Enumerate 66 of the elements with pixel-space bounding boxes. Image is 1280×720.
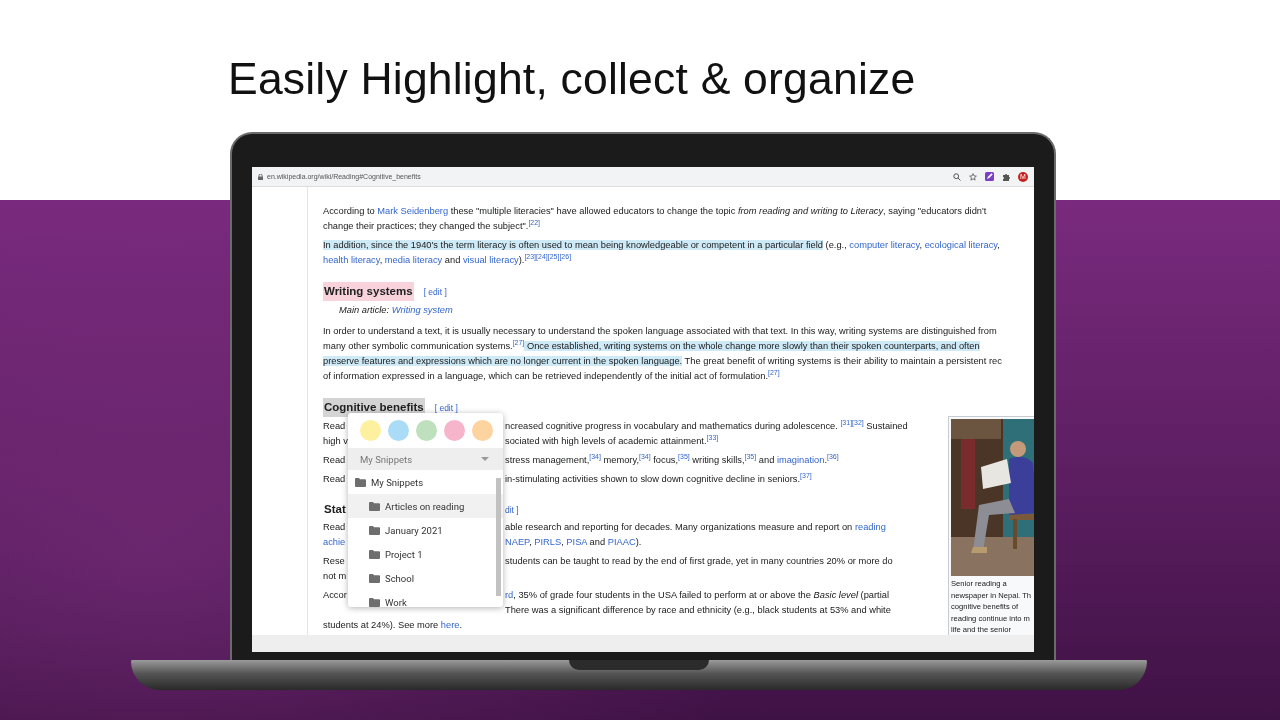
link[interactable]: achie bbox=[323, 537, 346, 547]
zoom-icon[interactable] bbox=[953, 172, 961, 181]
folder-icon bbox=[369, 525, 380, 535]
text-fragment: ncreased cognitive progress in vocabulary and mathematics during adolescence. $^{[31][32]}$ Sustained bbox=[505, 421, 908, 431]
link[interactable]: NAEP bbox=[505, 537, 530, 547]
text-fragment: Rese bbox=[323, 556, 345, 566]
folder-item[interactable]: Project 1 bbox=[348, 542, 503, 566]
pen-icon[interactable] bbox=[985, 172, 994, 181]
link[interactable]: health literacy bbox=[323, 255, 380, 265]
folder-item[interactable]: January 2021 bbox=[348, 518, 503, 542]
folder-item[interactable]: My Snippets bbox=[348, 470, 503, 494]
edit-link[interactable]: [ edit ] bbox=[434, 401, 458, 416]
color-swatch[interactable] bbox=[360, 420, 381, 441]
text-fragment: in-stimulating activities shown to slow down cognitive decline in seniors.$^{[37]}$ bbox=[505, 474, 812, 484]
paragraph: In order to understand a text, it is usually necessary to understand the spoken language associated with that text. In this way, writing systems are distinguished from many other symbolic communication systems.$^{[27]}$ Once established, writing systems on the whole change more slowly than their spoken counterparts, and often preserve features and expressions which are no longer current in the spoken language. The great benefit of writing systems is their ability to maintain a persistent rec of information expressed in a language, which can be retrieved independently of the initial act of formulation.$^{[27]}$ bbox=[323, 325, 1003, 383]
text-fragment: sociated with high levels of academic attainment.$^{[33]}$ bbox=[505, 436, 719, 446]
star-icon[interactable] bbox=[969, 172, 977, 181]
color-swatch[interactable] bbox=[444, 420, 465, 441]
text-fragment: able research and reporting for decades. Many organizations measure and report on reading bbox=[505, 522, 886, 532]
text-line: students at 24%). See more here. bbox=[323, 620, 463, 630]
headline: Easily Highlight, collect & organize bbox=[227, 53, 917, 105]
text-fragment: rd, 35% of grade four students in the USA failed to perform at or above the Basic level (partial bbox=[505, 590, 889, 600]
text-fragment: students can be taught to read by the end of first grade, yet in many countries 20% or more do bbox=[505, 556, 893, 566]
folder-item[interactable]: Work bbox=[348, 590, 503, 607]
section-heading: Stat bbox=[323, 502, 347, 516]
lock-icon bbox=[258, 173, 263, 180]
edit-link[interactable]: dit ] bbox=[505, 503, 519, 518]
link[interactable]: visual literacy bbox=[462, 255, 519, 265]
paragraph: In addition, since the 1940's the term literacy is often used to mean being knowledgeable or competent in a particular field (e.g., computer literacy, ecological literacy, health literacy, media literacy and visual literacy).$^{[23][24][25][26]}$ bbox=[323, 239, 1001, 267]
folder-icon bbox=[355, 477, 366, 487]
folder-icon bbox=[369, 597, 380, 607]
link[interactable]: Writing system bbox=[391, 305, 453, 315]
paragraph: According to Mark Seidenberg these "multiple literacies" have allowed educators to change the topic from reading and writing to Literacy, saying "educators didn't change their practices; they changed the subject".$^{[22]}$ bbox=[323, 205, 988, 233]
text-fragment: There was a significant difference by race and ethnicity (e.g., black students at 53% and white bbox=[505, 605, 891, 615]
link[interactable]: reading bbox=[854, 522, 886, 532]
text-fragment: NAEP, PIRLS, PISA and PIAAC). bbox=[505, 537, 642, 547]
text-fragment: not m bbox=[323, 571, 347, 581]
color-swatch[interactable] bbox=[388, 420, 409, 441]
text-fragment: Read bbox=[323, 455, 346, 465]
folder-item[interactable]: Articles on reading bbox=[348, 494, 503, 518]
link[interactable]: PIAAC bbox=[607, 537, 636, 547]
color-swatch[interactable] bbox=[416, 420, 437, 441]
text-fragment: Accor bbox=[323, 590, 347, 600]
folder-icon bbox=[369, 501, 380, 511]
folder-icon bbox=[369, 573, 380, 583]
text-fragment: Read bbox=[323, 421, 346, 431]
text-fragment: high v bbox=[323, 436, 348, 446]
hatnote: Main article: Writing system bbox=[339, 304, 454, 317]
link[interactable]: Mark Seidenberg bbox=[377, 206, 449, 216]
section-heading: Writing systems bbox=[323, 282, 414, 301]
edit-link[interactable]: [ edit ] bbox=[423, 285, 447, 300]
folder-icon bbox=[369, 549, 380, 559]
text-fragment: Read bbox=[323, 522, 346, 532]
caret-icon bbox=[481, 457, 489, 461]
scrollbar-thumb[interactable] bbox=[496, 478, 501, 596]
highlight: preserve features and expressions which are no longer current in the spoken language. bbox=[323, 356, 683, 366]
color-swatch[interactable] bbox=[472, 420, 493, 441]
highlight: Once established, writing systems on the whole change more slowly than their spoken counterparts, and often bbox=[524, 341, 980, 351]
puzzle-icon[interactable] bbox=[1002, 172, 1010, 181]
text-fragment: Read bbox=[323, 474, 346, 484]
highlight: In addition, since the 1940's the term literacy is often used to mean being knowledgeable or competent in a particular field bbox=[323, 240, 823, 250]
link[interactable]: media literacy bbox=[384, 255, 443, 265]
folder-item[interactable]: School bbox=[348, 566, 503, 590]
folder-dropdown[interactable]: My Snippets bbox=[348, 448, 503, 470]
link[interactable]: PISA bbox=[566, 537, 588, 547]
text-fragment: stress management,$^{[34]}$ memory,$^{[34]}$ focus,$^{[35]}$ writing skills,$^{[35]}$ and imagination.$^{[36]}$ bbox=[505, 455, 839, 465]
